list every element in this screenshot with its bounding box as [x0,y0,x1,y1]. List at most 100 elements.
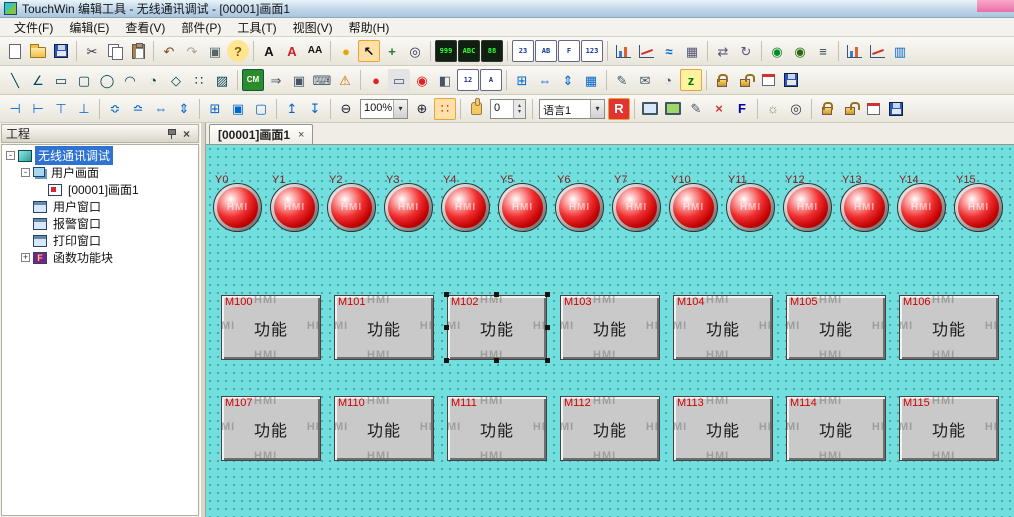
static-text-icon[interactable]: AB [535,40,557,62]
tree-item[interactable]: 打印窗口 [2,232,198,249]
title-bar[interactable]: TouchWin 编辑工具 - 无线通讯调试 - [00001]画面1 [0,0,1014,18]
multi-state-icon[interactable]: ◧ [434,69,456,91]
menu-item[interactable]: 文件(F) [6,17,61,38]
lamp-Y15[interactable]: Y15 HMI [954,174,1004,234]
grid-toggle-icon[interactable]: ∷ [434,97,456,120]
same-height-icon[interactable]: ⇕ [173,98,195,120]
help-icon[interactable]: ? [227,40,249,62]
selection-handle[interactable] [545,358,550,363]
center-vertical-icon[interactable]: ≏ [127,98,149,120]
modify-icon[interactable]: ✎ [685,98,707,120]
pin-icon[interactable] [164,127,179,141]
note-book-icon[interactable]: ✎ [611,69,633,91]
online-simulation-icon[interactable] [662,98,684,120]
align-top-icon[interactable]: ⊤ [50,98,72,120]
menu-item[interactable]: 查看(V) [117,17,173,38]
lamp-Y3[interactable]: Y3 HMI [384,174,434,234]
function-key-icon[interactable]: F [558,40,580,62]
align-bottom-icon[interactable]: ⊥ [73,98,95,120]
lamp-Y11[interactable]: Y11 HMI [726,174,776,234]
function-button-M101[interactable]: M101HMIHMIHMIHMI功能 [334,295,434,360]
open-folder-icon[interactable] [27,40,49,62]
decrypt-icon[interactable] [734,69,756,91]
function-button-M102[interactable]: M102HMIHMIHMIHMI功能 [444,292,550,363]
new-file-icon[interactable] [4,40,26,62]
align-right-icon[interactable]: ⊢ [27,98,49,120]
align-left-icon[interactable]: ⊣ [4,98,26,120]
lamp-Y13[interactable]: Y13 HMI [840,174,890,234]
send-back-icon[interactable]: ↧ [304,98,326,120]
rect-tool-icon[interactable]: ▭ [50,69,72,91]
xy-graph-icon[interactable]: ≈ [658,40,680,62]
undo-icon[interactable]: ↶ [158,40,180,62]
function-f-icon[interactable]: F [731,98,753,120]
time-display-icon[interactable]: ◔ [657,69,679,91]
spinner-arrows-icon[interactable]: ▴ ▾ [513,99,525,118]
flash-icon[interactable] [885,98,907,120]
keyboard-part-icon[interactable]: ⌨ [311,69,333,91]
ungroup-icon[interactable]: ▢ [250,98,272,120]
cut-icon[interactable]: ✂ [81,40,103,62]
macro-frame-icon[interactable]: ▣ [204,40,226,62]
numeric-display-icon[interactable]: 12 [457,69,479,91]
polyline-tool-icon[interactable]: ∠ [27,69,49,91]
menu-item[interactable]: 帮助(H) [341,17,398,38]
ascii-display-icon[interactable]: ABC [458,40,480,62]
screen-jump-icon[interactable]: ⇒ [265,69,287,91]
select-cursor-icon[interactable]: ↖ [358,40,380,62]
center-horizontal-icon[interactable]: ≎ [104,98,126,120]
menu-item[interactable]: 视图(V) [285,17,341,38]
function-button-M106[interactable]: M106HMIHMIHMIHMI功能 [899,295,999,360]
zoom-out-icon[interactable]: ⊖ [335,98,357,120]
function-button-M115[interactable]: M115HMIHMIHMIHMI功能 [899,396,999,461]
z-layer-icon[interactable]: z [680,69,702,91]
segment-display-icon[interactable]: 999 [435,40,457,62]
h-slider-icon[interactable]: ⇔ [534,69,556,91]
fill-tool-icon[interactable]: ▨ [211,69,233,91]
lamp-Y14[interactable]: Y14 HMI [897,174,947,234]
lamp-Y7[interactable]: Y7 HMI [612,174,662,234]
move-animation-icon[interactable]: ⇄ [712,40,734,62]
selection-handle[interactable] [444,358,449,363]
selection-handle[interactable] [545,324,550,330]
selection-handle[interactable] [545,292,550,297]
selection-handle[interactable] [494,358,499,363]
bar-graph-icon[interactable] [612,40,634,62]
tree-item[interactable]: + F 函数功能块 [2,249,198,266]
v-slider-icon[interactable]: ⇕ [557,69,579,91]
sub-window-icon[interactable]: ⊞ [511,69,533,91]
report-icon[interactable]: ▥ [889,40,911,62]
network-setting-icon[interactable]: ◉ [789,40,811,62]
message-display-icon[interactable]: ✉ [634,69,656,91]
lamp-Y1[interactable]: Y1 HMI [270,174,320,234]
tree-item[interactable]: - 用户画面 [2,164,198,181]
tree-expander-icon[interactable]: + [21,253,30,262]
clear-icon[interactable]: × [708,98,730,120]
upload-protect-icon[interactable] [839,98,861,120]
store-icon[interactable] [780,69,802,91]
menu-item[interactable]: 工具(T) [229,17,284,38]
language-combo[interactable]: 语言1 ▾ [539,98,605,119]
same-width-icon[interactable]: ⇔ [150,98,172,120]
push-button-icon[interactable]: ▭ [388,69,410,91]
data-grid-icon[interactable]: ▦ [580,69,602,91]
download-protect-icon[interactable] [816,98,838,120]
text-color-icon[interactable]: A [281,40,303,62]
data-table-icon[interactable]: ▦ [681,40,703,62]
language-r-button[interactable]: R [608,97,630,120]
function-button-M113[interactable]: M113HMIHMIHMIHMI功能 [673,396,773,461]
window-part-icon[interactable]: ▣ [288,69,310,91]
paste-icon[interactable] [127,40,149,62]
state-spinner[interactable]: 0 ▴ ▾ [490,98,526,119]
function-button-M114[interactable]: M114HMIHMIHMIHMI功能 [786,396,886,461]
clock-part-icon[interactable]: 23 [512,40,534,62]
lamp-Y2[interactable]: Y2 HMI [327,174,377,234]
chevron-down-icon[interactable]: ▾ [590,99,604,118]
tab-screen1[interactable]: [00001]画面1 [209,124,314,144]
tree-item[interactable]: [00001]画面1 [2,181,198,198]
sector-tool-icon[interactable]: ◔ [142,69,164,91]
zoom-in-icon[interactable]: ⊕ [411,98,433,120]
ellipse-tool-icon[interactable]: ◯ [96,69,118,91]
screen-canvas[interactable]: Y0 HMI Y1 HMI Y2 HMI Y3 HMI Y4 HMI Y5 HMI Y6 HMI Y7 HMI… [206,145,1014,517]
selection-handle[interactable] [444,324,449,330]
